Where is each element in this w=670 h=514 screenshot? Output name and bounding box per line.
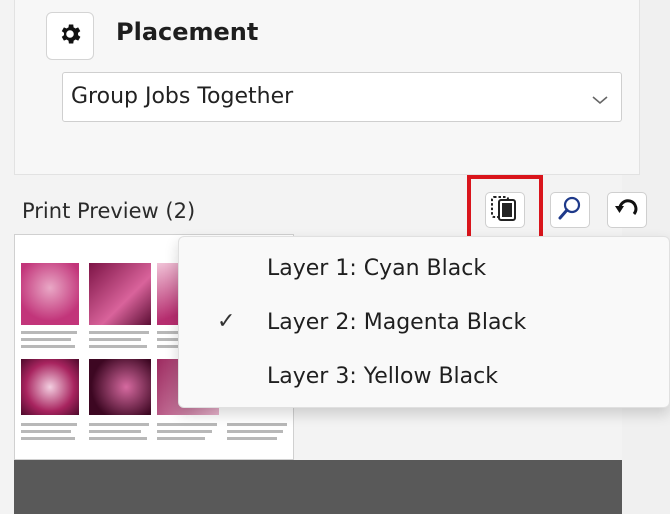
layer-menu-item-cyan-black[interactable]: Layer 1: Cyan Black <box>179 243 669 297</box>
checkmark-icon: ✓ <box>217 309 236 334</box>
layer-menu-item-label: Layer 3: Yellow Black <box>267 364 498 389</box>
preview-canvas <box>14 460 622 514</box>
layer-menu-item-label: Layer 2: Magenta Black <box>267 310 527 335</box>
layer-menu-item-label: Layer 1: Cyan Black <box>267 256 487 281</box>
print-preview-label: Print Preview (2) <box>22 199 196 223</box>
placement-mode-select[interactable]: Group Jobs Together <box>62 72 622 122</box>
magnifier-icon <box>557 195 583 225</box>
layer-menu-item-yellow-black[interactable]: Layer 3: Yellow Black <box>179 351 669 405</box>
undo-icon <box>614 196 640 224</box>
gear-icon <box>57 21 83 51</box>
placement-settings-button[interactable] <box>46 12 94 60</box>
layer-menu: Layer 1: Cyan Black ✓ Layer 2: Magenta B… <box>178 236 670 408</box>
layer-menu-item-magenta-black[interactable]: ✓ Layer 2: Magenta Black <box>179 297 669 351</box>
placement-title: Placement <box>116 18 259 46</box>
layers-button-highlight <box>467 175 543 241</box>
chevron-down-icon <box>591 91 609 110</box>
placement-mode-value: Group Jobs Together <box>71 84 294 109</box>
zoom-button[interactable] <box>550 192 590 228</box>
reset-view-button[interactable] <box>607 192 647 228</box>
